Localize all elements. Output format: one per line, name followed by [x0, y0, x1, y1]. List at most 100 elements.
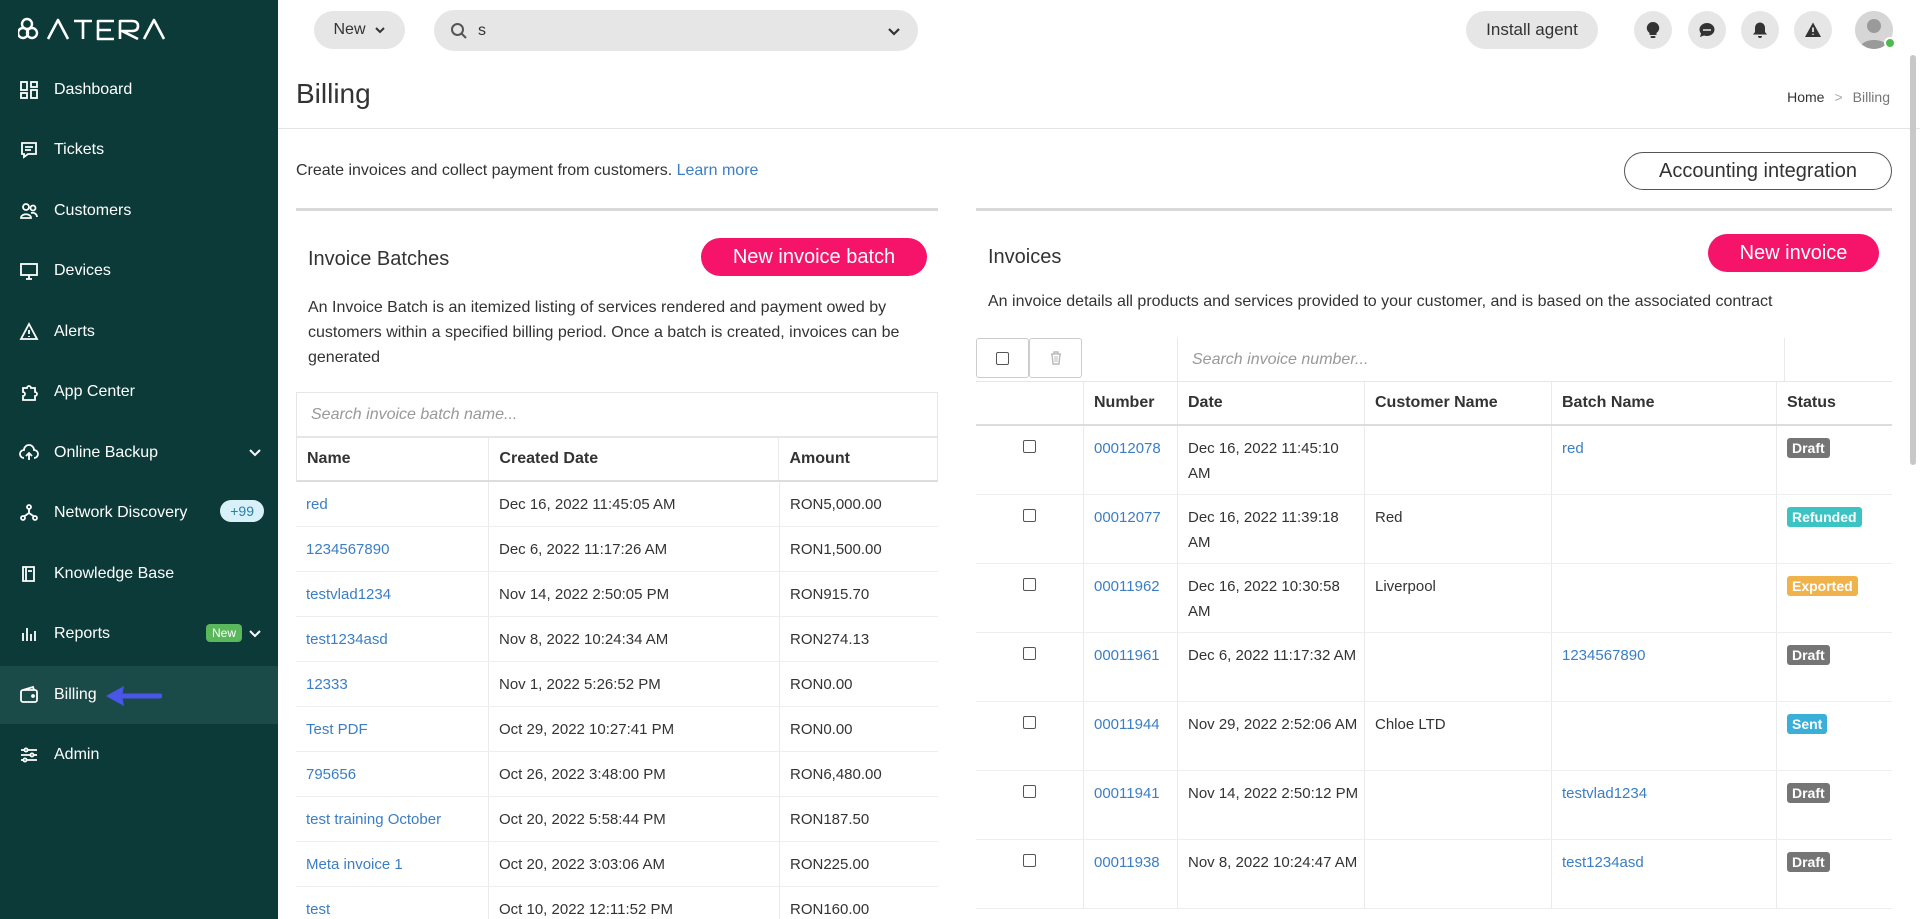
bell-icon[interactable]: [1741, 11, 1779, 49]
table-row[interactable]: testvlad1234 Nov 14, 2022 2:50:05 PM RON91…: [296, 572, 938, 617]
invoice-batch-link[interactable]: testvlad1234: [1562, 781, 1647, 839]
global-search[interactable]: [434, 10, 918, 51]
table-row[interactable]: test1234asd Nov 8, 2022 10:24:34 AM RON274…: [296, 617, 938, 662]
table-row[interactable]: Meta invoice 1 Oct 20, 2022 3:03:06 AM RON…: [296, 842, 938, 887]
table-row[interactable]: 12333 Nov 1, 2022 5:26:52 PM RON0.00: [296, 662, 938, 707]
invoice-date-cell: Nov 29, 2022 2:52:06 AM: [1178, 702, 1365, 770]
batch-name-link[interactable]: 795656: [306, 766, 356, 783]
row-checkbox[interactable]: [1023, 440, 1036, 453]
row-checkbox[interactable]: [1023, 854, 1036, 867]
batch-created-date-cell: Oct 29, 2022 10:27:41 PM: [489, 707, 780, 751]
row-checkbox[interactable]: [1023, 578, 1036, 591]
sidebar-item-devices[interactable]: Devices: [0, 242, 278, 300]
sidebar-item-network-discovery[interactable]: Network Discovery +99: [0, 484, 278, 542]
new-dropdown-button[interactable]: New: [314, 11, 405, 49]
table-row[interactable]: 00011962 Dec 16, 2022 10:30:58 AM Liverpoo…: [976, 564, 1892, 633]
sidebar-item-knowledge-base[interactable]: Knowledge Base: [0, 545, 278, 603]
warning-icon[interactable]: [1794, 11, 1832, 49]
invoice-batch-cell: [1552, 564, 1777, 632]
sidebar-item-reports[interactable]: Reports New: [0, 605, 278, 663]
row-checkbox[interactable]: [1023, 716, 1036, 729]
install-agent-button[interactable]: Install agent: [1466, 11, 1598, 49]
page-scrollbar[interactable]: [1910, 55, 1916, 465]
table-row[interactable]: red Dec 16, 2022 11:45:05 AM RON5,000.00: [296, 482, 938, 527]
batch-search-input[interactable]: [311, 405, 911, 424]
table-row[interactable]: 00011938 Nov 8, 2022 10:24:47 AM test1234a…: [976, 840, 1892, 909]
invoice-search-field[interactable]: [1177, 338, 1785, 381]
status-badge: Draft: [1787, 438, 1830, 458]
sidebar-item-online-backup[interactable]: Online Backup: [0, 424, 278, 482]
sidebar-item-alerts[interactable]: Alerts: [0, 303, 278, 361]
batch-name-link[interactable]: Test PDF: [306, 721, 368, 738]
batch-name-link[interactable]: test training October: [306, 811, 441, 828]
invoice-batch-cell: test1234asd: [1552, 840, 1777, 908]
sidebar-item-label: Reports: [54, 625, 111, 642]
sidebar-item-tickets[interactable]: Tickets: [0, 121, 278, 179]
batch-search-field[interactable]: [296, 392, 938, 437]
chat-icon[interactable]: [1688, 11, 1726, 49]
accounting-integration-button[interactable]: Accounting integration: [1624, 152, 1892, 190]
lightbulb-icon[interactable]: [1634, 11, 1672, 49]
atera-logo[interactable]: [18, 16, 168, 42]
batch-amount-cell: RON0.00: [790, 720, 853, 738]
row-checkbox[interactable]: [1023, 647, 1036, 660]
column-header-date[interactable]: Date: [1178, 382, 1365, 424]
select-all-button[interactable]: [976, 338, 1029, 378]
invoice-date-cell: Dec 16, 2022 11:45:10 AM: [1178, 426, 1365, 494]
learn-more-link[interactable]: Learn more: [677, 162, 759, 179]
invoice-number-link[interactable]: 00011962: [1094, 574, 1160, 632]
column-header-status[interactable]: Status: [1777, 382, 1892, 424]
column-header-number[interactable]: Number: [1084, 382, 1178, 424]
online-status-dot: [1884, 37, 1896, 49]
sidebar-item-app-center[interactable]: App Center: [0, 363, 278, 421]
row-checkbox[interactable]: [1023, 509, 1036, 522]
batch-name-link[interactable]: test1234asd: [306, 631, 388, 648]
sidebar-item-customers[interactable]: Customers: [0, 182, 278, 240]
invoice-batch-link[interactable]: red: [1562, 436, 1584, 494]
batch-name-link[interactable]: test: [306, 901, 330, 918]
invoice-number-link[interactable]: 00011941: [1094, 781, 1160, 839]
row-select-cell: [976, 426, 1084, 494]
invoice-number-link[interactable]: 00012078: [1094, 436, 1161, 494]
sidebar-item-dashboard[interactable]: Dashboard: [0, 61, 278, 119]
table-row[interactable]: test Oct 10, 2022 12:11:52 PM RON160.00: [296, 887, 938, 919]
row-checkbox[interactable]: [1023, 785, 1036, 798]
table-row[interactable]: 00012078 Dec 16, 2022 11:45:10 AM red Draft: [976, 426, 1892, 495]
batch-name-link[interactable]: red: [306, 496, 328, 513]
table-row[interactable]: 1234567890 Dec 6, 2022 11:17:26 AM RON1,50…: [296, 527, 938, 572]
invoice-search-input[interactable]: [1192, 350, 1752, 369]
batch-name-link[interactable]: 12333: [306, 676, 348, 693]
new-invoice-batch-button[interactable]: New invoice batch: [701, 238, 927, 276]
column-header-created-date[interactable]: Created Date: [489, 438, 780, 480]
table-row[interactable]: 00011961 Dec 6, 2022 11:17:32 AM 123456789…: [976, 633, 1892, 702]
global-search-input[interactable]: [478, 21, 878, 40]
column-header-customer-name[interactable]: Customer Name: [1365, 382, 1552, 424]
invoice-number-link[interactable]: 00011961: [1094, 643, 1160, 701]
column-header-amount[interactable]: Amount: [779, 438, 937, 480]
chevron-down-icon[interactable]: [248, 445, 262, 459]
table-row[interactable]: 00012077 Dec 16, 2022 11:39:18 AM Red Refun…: [976, 495, 1892, 564]
invoice-batch-link[interactable]: 1234567890: [1562, 643, 1645, 701]
batch-name-link[interactable]: Meta invoice 1: [306, 856, 403, 873]
invoice-number-link[interactable]: 00012077: [1094, 505, 1161, 563]
new-invoice-button[interactable]: New invoice: [1708, 234, 1879, 272]
invoice-number-link[interactable]: 00011938: [1094, 850, 1160, 908]
invoice-batch-link[interactable]: test1234asd: [1562, 850, 1644, 908]
chevron-down-icon[interactable]: [886, 23, 902, 39]
column-header-name[interactable]: Name: [297, 438, 490, 480]
column-header-batch-name[interactable]: Batch Name: [1552, 382, 1777, 424]
table-row[interactable]: 795656 Oct 26, 2022 3:48:00 PM RON6,480.00: [296, 752, 938, 797]
breadcrumb-home[interactable]: Home: [1787, 89, 1824, 105]
batch-name-link[interactable]: testvlad1234: [306, 586, 391, 603]
table-row[interactable]: 00011944 Nov 29, 2022 2:52:06 AM Chloe LTD…: [976, 702, 1892, 771]
table-row[interactable]: test training October Oct 20, 2022 5:58:4…: [296, 797, 938, 842]
chevron-down-icon[interactable]: [248, 626, 262, 640]
delete-button[interactable]: [1029, 338, 1082, 378]
invoice-number-link[interactable]: 00011944: [1094, 712, 1160, 770]
sidebar-item-admin[interactable]: Admin: [0, 726, 278, 784]
select-all-checkbox[interactable]: [996, 351, 1009, 365]
batch-name-link[interactable]: 1234567890: [306, 541, 389, 558]
table-row[interactable]: Test PDF Oct 29, 2022 10:27:41 PM RON0.00: [296, 707, 938, 752]
batch-name-cell: 795656: [296, 752, 489, 796]
table-row[interactable]: 00011941 Nov 14, 2022 2:50:12 PM testvlad1…: [976, 771, 1892, 840]
